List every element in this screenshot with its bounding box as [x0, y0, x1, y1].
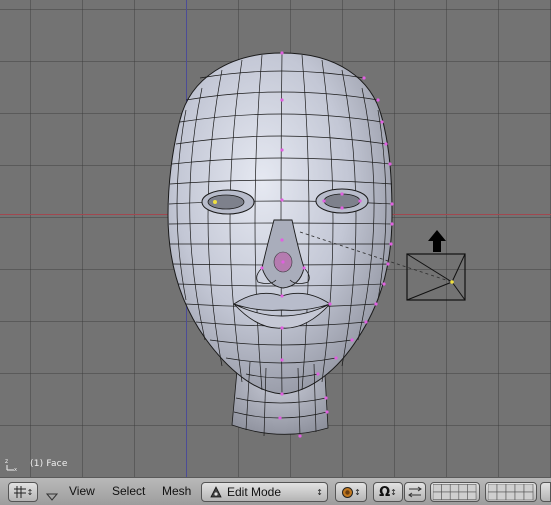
menu-mesh[interactable]: Mesh [162, 484, 191, 498]
collapse-menu-triangle-icon[interactable] [45, 487, 59, 505]
chevron-updown-icon: ↕ [26, 487, 34, 497]
svg-text:z: z [5, 458, 8, 465]
editor-type-selector[interactable]: ↕ [8, 482, 38, 502]
edit-mode-icon [210, 486, 222, 498]
active-object-label: (1) Face [30, 459, 68, 469]
svg-text:x: x [14, 467, 17, 472]
blender-window: z x (1) Face ↕ View Select Mesh Edit Mod… [0, 0, 551, 505]
layer-grid-icon [433, 484, 477, 500]
3d-viewport[interactable]: z x (1) Face [0, 0, 551, 477]
solid-shading-icon [342, 486, 354, 498]
manipulator-icon [408, 486, 422, 498]
menu-select[interactable]: Select [112, 484, 145, 498]
axis-orientation-icon: z x [5, 458, 17, 472]
manipulator-toggle[interactable] [404, 482, 426, 502]
mode-label: Edit Mode [227, 485, 282, 499]
mode-selector[interactable]: Edit Mode ↕ [201, 482, 328, 502]
grid-icon [13, 486, 26, 498]
layer-buttons-group-2[interactable] [485, 482, 537, 502]
chevron-updown-icon: ↕ [316, 487, 323, 497]
pivot-icon: Ω [379, 484, 391, 500]
pivot-selector[interactable]: Ω ↕ [373, 482, 403, 502]
viewport-header: ↕ View Select Mesh Edit Mode ↕ ↕ Ω ↕ [0, 477, 551, 505]
menu-view[interactable]: View [69, 484, 95, 498]
left-eye [201, 189, 255, 215]
chevron-updown-icon: ↕ [390, 487, 397, 497]
layer-grid-icon [488, 484, 534, 500]
chevron-updown-icon: ↕ [354, 487, 361, 497]
camera-up-arrow [428, 230, 446, 252]
shading-selector[interactable]: ↕ [335, 482, 367, 502]
layer-buttons-group-3[interactable] [540, 482, 551, 502]
mesh-scene[interactable] [0, 0, 551, 477]
layer-buttons-group-1[interactable] [430, 482, 480, 502]
